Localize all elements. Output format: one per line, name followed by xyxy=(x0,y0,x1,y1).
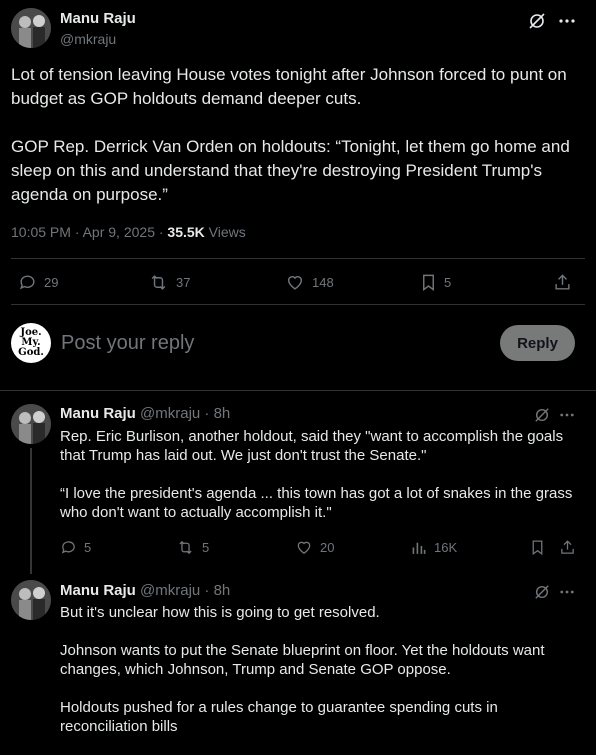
reply-paragraph: But it's unclear how this is going to ge… xyxy=(60,604,380,621)
bookmark-icon xyxy=(532,540,543,556)
post-timestamp[interactable]: 10:05 PM · Apr 9, 2025 · xyxy=(11,224,167,240)
share-button[interactable] xyxy=(559,539,576,556)
reply-paragraph: “I love the president's agenda ... this … xyxy=(60,485,573,521)
post-text-paragraph-1: Lot of tension leaving House votes tonig… xyxy=(11,65,567,108)
author-handle[interactable]: @mkraju xyxy=(140,582,200,599)
grok-icon[interactable] xyxy=(527,11,547,31)
repost-count: 37 xyxy=(176,275,191,290)
views-button[interactable]: 16K xyxy=(411,539,457,556)
analytics-icon xyxy=(412,542,426,554)
post-text-paragraph-2: GOP Rep. Derrick Van Orden on holdouts: … xyxy=(11,137,570,204)
author-avatar[interactable] xyxy=(11,404,51,444)
reply-submit-button[interactable]: Reply xyxy=(500,325,575,361)
share-button[interactable] xyxy=(553,273,572,292)
author-name[interactable]: Manu Raju xyxy=(60,582,136,599)
repost-button[interactable]: 37 xyxy=(148,273,190,292)
views-label: Views xyxy=(208,224,246,240)
divider xyxy=(0,390,596,391)
heart-icon xyxy=(287,276,303,290)
share-icon xyxy=(561,540,574,554)
post-time[interactable]: · 8h xyxy=(204,582,230,599)
avatar-text: God. xyxy=(18,347,44,358)
more-options-icon[interactable] xyxy=(557,11,577,31)
more-options-icon[interactable] xyxy=(557,405,577,425)
reply-input[interactable]: Post your reply xyxy=(61,332,194,355)
author-name[interactable]: Manu Raju xyxy=(60,10,136,27)
views-count: 35.5K xyxy=(167,224,205,240)
divider xyxy=(11,304,585,305)
reply-icon xyxy=(19,275,35,290)
repost-count: 5 xyxy=(202,540,210,555)
reply-count: 5 xyxy=(84,540,92,555)
user-avatar[interactable]: Joe. My. God. xyxy=(11,323,51,363)
reply-paragraph: Johnson wants to put the Senate blueprin… xyxy=(60,642,545,678)
reply-header: Manu Raju @mkraju · 8h xyxy=(60,405,230,422)
reply-paragraph: Rep. Eric Burlison, another holdout, sai… xyxy=(60,428,564,464)
like-count: 148 xyxy=(312,275,334,290)
repost-icon xyxy=(151,275,166,290)
author-avatar[interactable] xyxy=(11,580,51,620)
author-handle[interactable]: @mkraju xyxy=(140,405,200,422)
reply-count: 29 xyxy=(44,275,59,290)
reply-button[interactable]: 5 xyxy=(60,539,91,556)
grok-icon[interactable] xyxy=(532,405,552,425)
author-handle[interactable]: @mkraju xyxy=(60,31,116,47)
reply-header: Manu Raju @mkraju · 8h xyxy=(60,582,230,599)
share-icon xyxy=(555,274,570,290)
divider xyxy=(11,258,585,259)
grok-icon[interactable] xyxy=(532,582,552,602)
post-time[interactable]: · 8h xyxy=(204,405,230,422)
bookmark-count: 5 xyxy=(444,275,452,290)
heart-icon xyxy=(297,541,311,554)
bookmark-button[interactable]: 5 xyxy=(420,273,451,292)
more-options-icon[interactable] xyxy=(557,582,577,602)
reply-button[interactable]: 29 xyxy=(18,273,58,292)
post-meta: 10:05 PM · Apr 9, 2025 · 35.5K Views xyxy=(11,224,246,240)
repost-icon xyxy=(179,540,192,555)
repost-button[interactable]: 5 xyxy=(176,539,209,556)
reply-body: Rep. Eric Burlison, another holdout, sai… xyxy=(60,427,580,522)
reply-body: But it's unclear how this is going to ge… xyxy=(60,603,580,736)
bookmark-icon xyxy=(423,274,434,292)
reply-paragraph: Holdouts pushed for a rules change to gu… xyxy=(60,699,498,735)
thread-connector-line xyxy=(30,448,32,574)
author-avatar[interactable] xyxy=(11,8,51,48)
like-button[interactable]: 20 xyxy=(295,539,334,556)
like-button[interactable]: 148 xyxy=(285,273,334,292)
reply-icon xyxy=(61,541,75,554)
author-name[interactable]: Manu Raju xyxy=(60,405,136,422)
bookmark-button[interactable] xyxy=(530,539,545,556)
like-count: 20 xyxy=(320,540,335,555)
views-count: 16K xyxy=(434,540,458,555)
